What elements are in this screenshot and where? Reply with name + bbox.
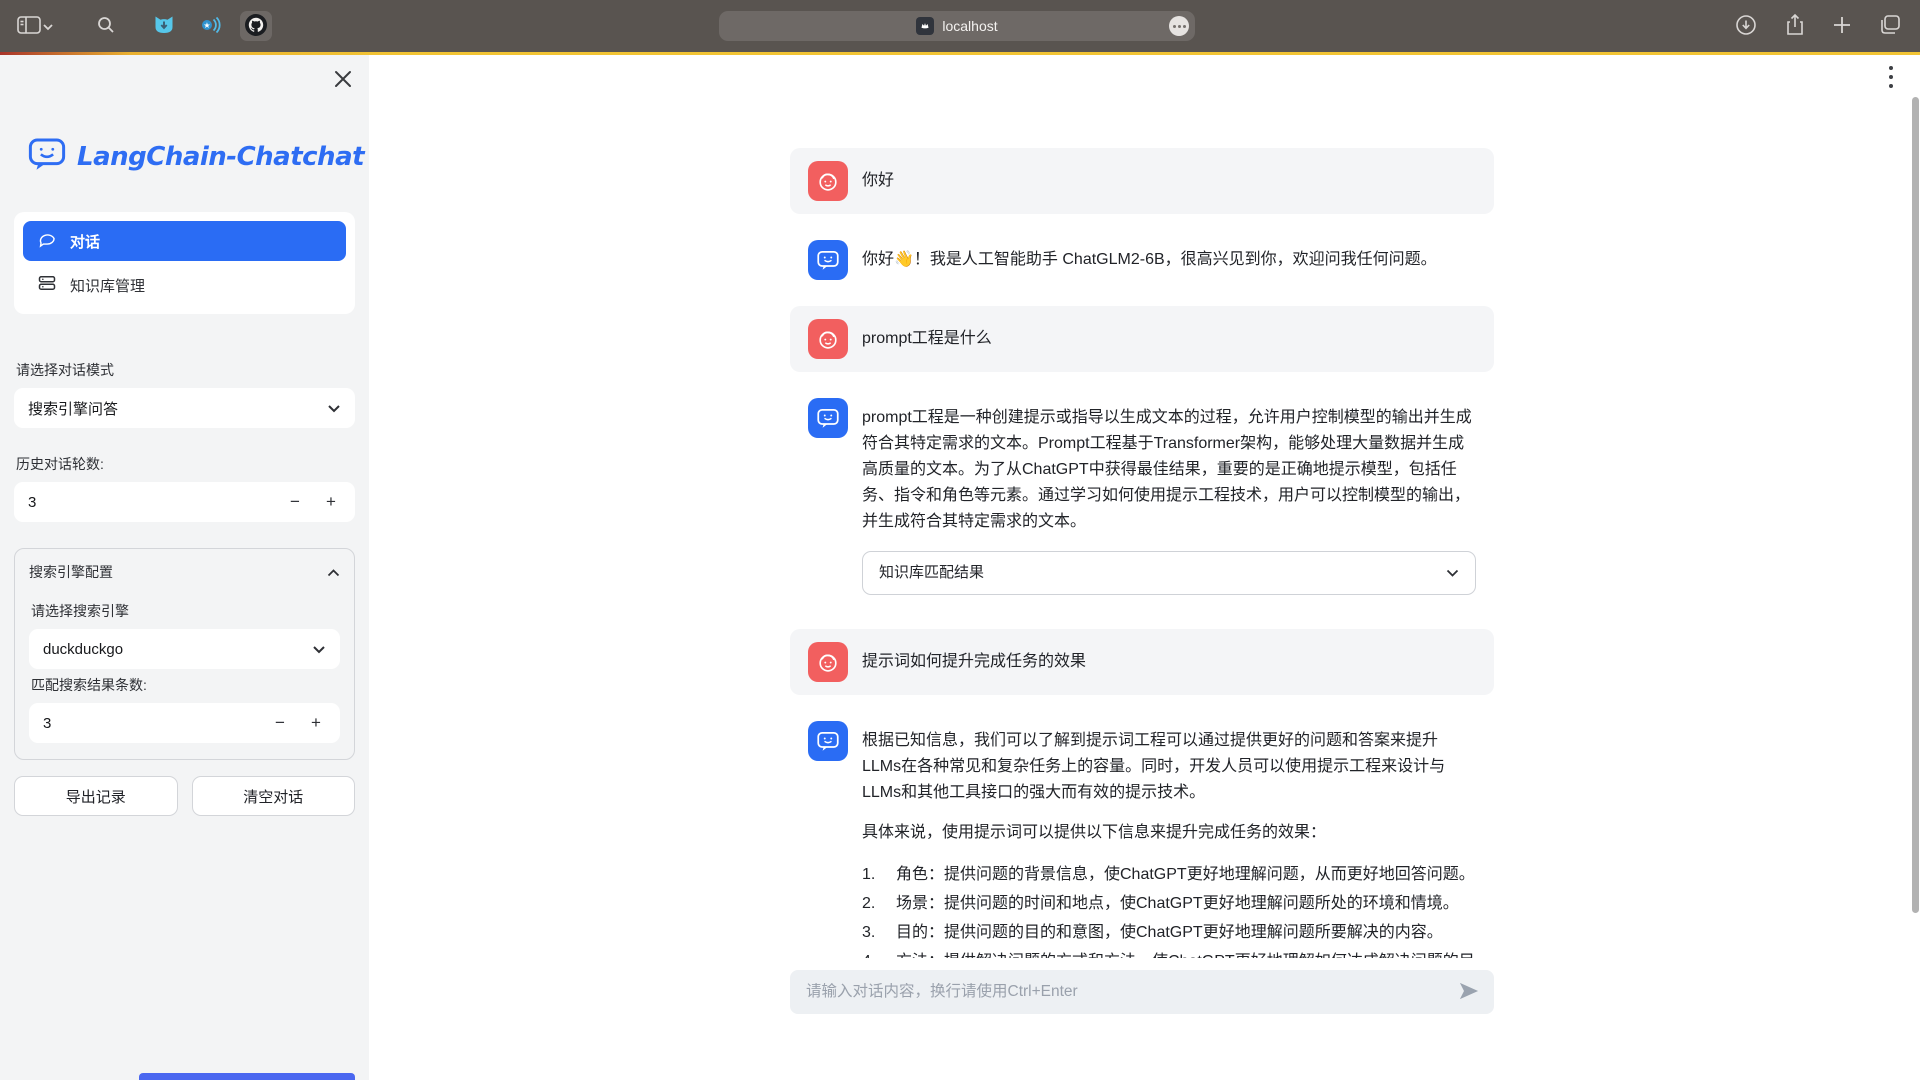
share-icon (1784, 13, 1806, 40)
user-avatar (808, 319, 848, 359)
message-text: prompt工程是什么 (862, 326, 1476, 352)
main-menu-button[interactable] (1879, 63, 1903, 93)
sidebar-toggle-icon (16, 14, 42, 39)
history-rounds-label: 历史对话轮数: (16, 454, 353, 474)
user-avatar (808, 161, 848, 201)
nav-item-dialogue[interactable]: 对话 (23, 221, 346, 261)
browser-toolbar: ★ (0, 0, 1920, 52)
pinned-tab-ripple[interactable]: ★ (194, 11, 226, 41)
tabs-overview-button[interactable] (1878, 14, 1902, 39)
dialog-mode-select[interactable]: 搜索引擎问答 (14, 388, 355, 428)
search-engine-select[interactable]: duckduckgo (29, 629, 340, 669)
list-item: 角色：提供问题的背景信息，使ChatGPT更好地理解问题，从而更好地回答问题。 (862, 860, 1476, 889)
history-plus-button[interactable]: + (313, 482, 349, 522)
ripple-star-icon: ★ (197, 13, 223, 40)
url-bar[interactable]: localhost (719, 11, 1195, 41)
chevron-down-icon (1446, 560, 1459, 586)
new-tab-button[interactable] (1832, 15, 1852, 38)
list-item: 场景：提供问题的时间和地点，使ChatGPT更好地理解问题所处的环境和情境。 (862, 889, 1476, 918)
search-engine-label: 请选择搜索引擎 (31, 601, 338, 621)
history-rounds-input[interactable]: 3 − + (14, 482, 355, 522)
result-count-input[interactable]: 3 − + (29, 703, 340, 743)
chevron-down-icon (312, 641, 326, 658)
site-favicon (916, 17, 934, 35)
nav-item-knowledge-base[interactable]: 知识库管理 (23, 265, 346, 305)
screen: ★ (0, 0, 1920, 1080)
history-rounds-value: 3 (28, 494, 277, 511)
assistant-avatar (808, 398, 848, 438)
clear-dialogue-button[interactable]: 清空对话 (192, 776, 356, 816)
chat-input-bar (790, 970, 1494, 1014)
assistant-message: 根据已知信息，我们可以了解到提示词工程可以通过提供更好的问题和答案来提升LLMs… (790, 721, 1494, 958)
assistant-message: 你好👋！我是人工智能助手 ChatGLM2-6B，很高兴见到你，欢迎问我任何问题… (790, 240, 1494, 280)
chat-bubble-icon (37, 229, 57, 253)
chat-input[interactable] (806, 983, 1458, 1001)
database-icon (37, 273, 57, 297)
assistant-message: prompt工程是一种创建提示或指导以生成文本的过程，允许用户控制模型的输出并生… (790, 398, 1494, 595)
nav-item-label: 对话 (70, 231, 100, 252)
user-avatar (808, 642, 848, 682)
list-item: 目的：提供问题的目的和意图，使ChatGPT更好地理解问题所要解决的内容。 (862, 918, 1476, 947)
logo-text: LangChain-Chatchat (77, 142, 364, 172)
user-message: 提示词如何提升完成任务的效果 (790, 629, 1494, 695)
dialog-mode-label: 请选择对话模式 (16, 360, 353, 380)
dock-edge-bar (139, 1073, 355, 1080)
send-icon (1458, 981, 1480, 1004)
share-button[interactable] (1784, 13, 1806, 40)
svg-text:★: ★ (203, 21, 210, 30)
message-text: 提示词如何提升完成任务的效果 (862, 649, 1476, 675)
search-icon (96, 15, 116, 38)
logo-chat-bubble-icon (26, 133, 68, 180)
message-text: 根据已知信息，我们可以了解到提示词工程可以通过提供更好的问题和答案来提升LLMs… (862, 728, 1476, 806)
expander-header[interactable]: 搜索引擎配置 (29, 549, 340, 595)
chevron-up-icon (327, 564, 340, 580)
message-text: prompt工程是一种创建提示或指导以生成文本的过程，允许用户控制模型的输出并生… (862, 405, 1476, 535)
assistant-avatar (808, 240, 848, 280)
scrollbar-thumb[interactable] (1912, 97, 1919, 913)
message-list-items: 角色：提供问题的背景信息，使ChatGPT更好地理解问题，从而更好地回答问题。 … (862, 860, 1476, 958)
user-message: 你好 (790, 148, 1494, 214)
sidebar: LangChain-Chatchat 对话 (0, 55, 369, 1080)
url-text: localhost (942, 18, 997, 34)
cat-icon (152, 13, 176, 40)
dialog-mode-value: 搜索引擎问答 (28, 398, 118, 419)
download-icon (1734, 13, 1758, 40)
plus-icon (1832, 15, 1852, 38)
list-item: 方法：提供解决问题的方式和方法，使ChatGPT更好地理解如何达成解决问题的目标… (862, 947, 1476, 958)
tabs-overview-icon (1878, 14, 1902, 39)
send-button[interactable] (1458, 981, 1480, 1004)
message-text: 具体来说，使用提示词可以提供以下信息来提升完成任务的效果： (862, 820, 1476, 846)
expander-title: 搜索引擎配置 (29, 562, 113, 582)
chevron-down-icon (42, 19, 54, 34)
history-minus-button[interactable]: − (277, 482, 313, 522)
sidebar-close-button[interactable] (331, 68, 355, 92)
export-records-button[interactable]: 导出记录 (14, 776, 178, 816)
message-text: 你好 (862, 168, 1476, 194)
result-count-label: 匹配搜索结果条数: (31, 675, 338, 695)
pinned-tab-cat[interactable] (148, 11, 180, 41)
results-minus-button[interactable]: − (262, 703, 298, 743)
results-plus-button[interactable]: + (298, 703, 334, 743)
sidebar-toggle-button[interactable] (16, 14, 54, 39)
search-engine-config-expander: 搜索引擎配置 请选择搜索引擎 duckduckgo 匹配搜索结果条数: 3 − (14, 548, 355, 760)
message-text: 你好👋！我是人工智能助手 ChatGLM2-6B，很高兴见到你，欢迎问我任何问题… (862, 240, 1476, 280)
search-button[interactable] (96, 15, 116, 38)
knowledge-match-expander[interactable]: 知识库匹配结果 (862, 551, 1476, 595)
tab-github[interactable] (240, 11, 272, 41)
close-icon (334, 76, 352, 91)
assistant-avatar (808, 721, 848, 761)
expander-label: 知识库匹配结果 (879, 560, 984, 586)
chevron-down-icon (327, 400, 341, 417)
github-icon (244, 13, 268, 40)
chat-main: 你好 你好👋！我是人工智能助手 ChatGLM (369, 55, 1920, 1080)
app-logo: LangChain-Chatchat (14, 133, 355, 180)
user-message: prompt工程是什么 (790, 306, 1494, 372)
message-list: 你好 你好👋！我是人工智能助手 ChatGLM (790, 148, 1494, 958)
nav-card: 对话 知识库管理 (14, 212, 355, 314)
page-options-icon[interactable] (1169, 16, 1189, 36)
downloads-button[interactable] (1734, 13, 1758, 40)
result-count-value: 3 (43, 715, 262, 732)
search-engine-value: duckduckgo (43, 641, 123, 658)
nav-item-label: 知识库管理 (70, 275, 145, 296)
